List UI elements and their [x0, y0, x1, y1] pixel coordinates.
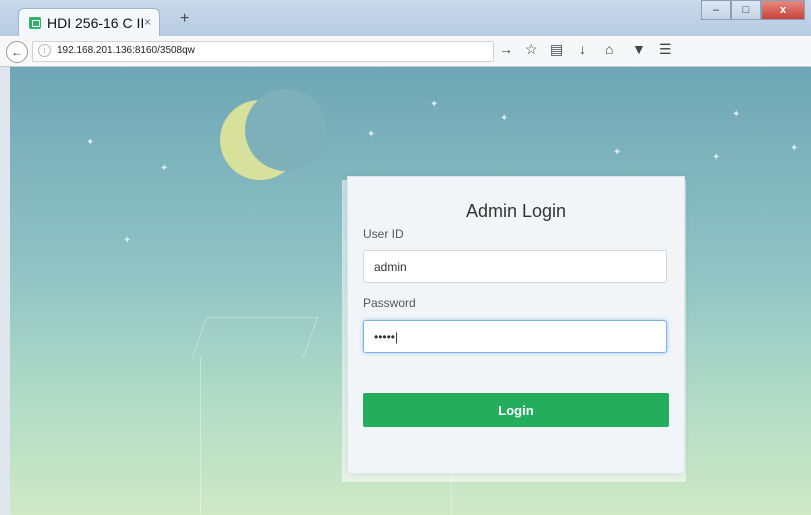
login-button[interactable]: Login	[363, 393, 669, 427]
browser-tab[interactable]: HDI 256-16 C II ×	[18, 8, 160, 37]
browser-titlebar: HDI 256-16 C II × + – □ x	[0, 0, 811, 37]
user-id-label: User ID	[363, 227, 404, 241]
star-decoration: ✦	[367, 129, 376, 140]
password-input[interactable]: •••••|	[363, 320, 667, 353]
toolbar-icons: → ☆ ▤ ↓ ⌂ ▼ ☰	[495, 41, 811, 61]
info-icon[interactable]: i	[38, 44, 51, 57]
arrow-right-icon[interactable]: →	[499, 41, 513, 57]
tab-close-icon[interactable]: ×	[144, 15, 151, 29]
download-icon[interactable]: ↓	[579, 41, 586, 57]
close-window-button[interactable]: x	[761, 0, 805, 20]
star-decoration: ✦	[613, 147, 622, 158]
url-text: 192.168.201.136:8160/3508qw	[57, 45, 195, 56]
tab-title: HDI 256-16 C II	[47, 15, 145, 31]
home-icon[interactable]: ⌂	[605, 41, 613, 57]
pocket-icon[interactable]: ▼	[632, 41, 646, 57]
star-decoration: ✦	[430, 99, 439, 110]
login-card: Admin Login User ID admin Password •••••…	[347, 176, 685, 474]
browser-navbar: ← i 192.168.201.136:8160/3508qw → ☆ ▤ ↓ …	[0, 36, 811, 67]
favicon-icon	[29, 17, 41, 29]
login-title: Admin Login	[465, 201, 567, 221]
star-decoration: ✦	[732, 109, 741, 120]
star-decoration: ✦	[500, 113, 509, 124]
maximize-button[interactable]: □	[731, 0, 761, 20]
moon-shadow	[245, 89, 327, 171]
minimize-button[interactable]: –	[701, 0, 731, 20]
star-decoration: ✦	[86, 137, 95, 148]
new-tab-button[interactable]: +	[180, 10, 189, 28]
star-bookmark-icon[interactable]: ☆	[525, 41, 538, 58]
window-controls: – □ x	[701, 0, 805, 20]
menu-icon[interactable]: ☰	[659, 41, 672, 58]
star-decoration: ✦	[160, 163, 169, 174]
star-decoration: ✦	[123, 235, 132, 246]
password-label: Password	[363, 296, 416, 310]
star-decoration: ✦	[790, 143, 799, 154]
user-id-input[interactable]: admin	[363, 250, 667, 283]
back-arrow-icon[interactable]: ←	[6, 41, 28, 63]
star-decoration: ✦	[712, 152, 721, 163]
address-bar[interactable]: i 192.168.201.136:8160/3508qw	[32, 41, 494, 62]
reading-list-icon[interactable]: ▤	[550, 41, 563, 58]
